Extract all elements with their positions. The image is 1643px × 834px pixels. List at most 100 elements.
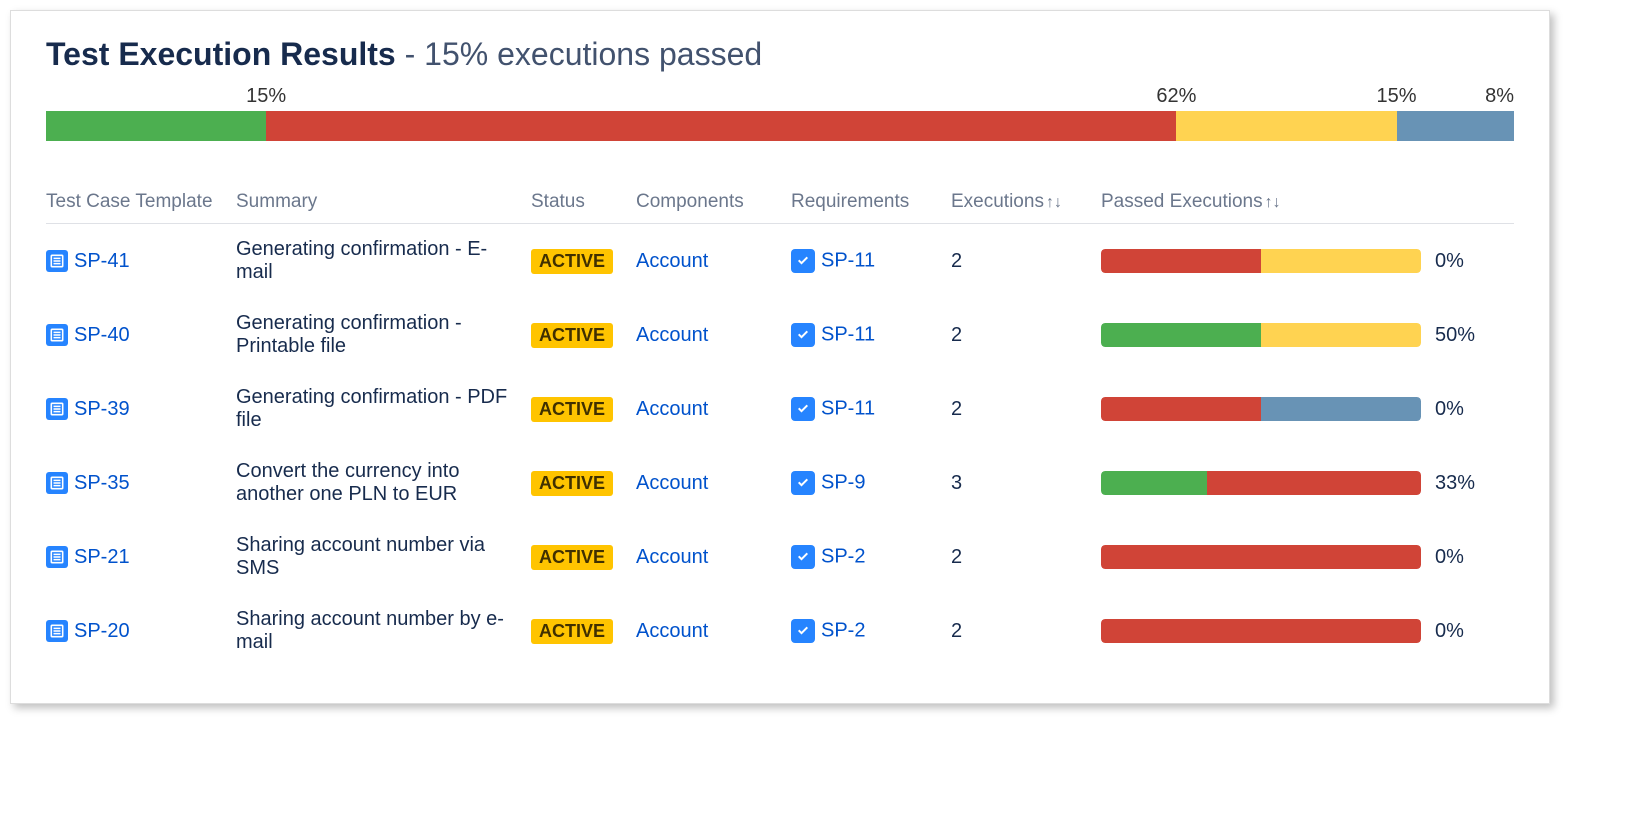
component-link[interactable]: Account xyxy=(636,250,708,272)
sort-icon[interactable]: ↑↓ xyxy=(1046,194,1062,211)
check-icon xyxy=(791,619,815,643)
row-progress-seg xyxy=(1261,249,1421,273)
row-progress-bar xyxy=(1101,619,1421,643)
overall-label-failed: 62% xyxy=(1156,85,1196,108)
overall-seg-failed xyxy=(266,111,1176,141)
table-row: SP-41 Generating confirmation - E-mailACT… xyxy=(46,224,1514,299)
col-status[interactable]: Status xyxy=(531,181,636,224)
row-pass-pct: 0% xyxy=(1435,546,1485,569)
executions-cell: 2 xyxy=(951,224,1101,299)
executions-cell: 2 xyxy=(951,594,1101,668)
summary-cell: Generating confirmation - E-mail xyxy=(236,224,531,299)
row-progress-seg xyxy=(1101,397,1261,421)
overall-label-other: 8% xyxy=(1485,85,1514,108)
summary-cell: Sharing account number by e-mail xyxy=(236,594,531,668)
row-progress-bar xyxy=(1101,323,1421,347)
summary-cell: Convert the currency into another one PL… xyxy=(236,446,531,520)
requirement-link[interactable]: SP-9 xyxy=(821,471,865,493)
status-badge: ACTIVE xyxy=(531,471,613,496)
sort-icon[interactable]: ↑↓ xyxy=(1265,194,1281,211)
title-main: Test Execution Results xyxy=(46,36,396,72)
testcase-icon xyxy=(46,250,68,272)
row-pass-pct: 50% xyxy=(1435,324,1485,347)
table-row: SP-35 Convert the currency into another o… xyxy=(46,446,1514,520)
component-link[interactable]: Account xyxy=(636,398,708,420)
requirement-link[interactable]: SP-11 xyxy=(821,323,875,345)
executions-cell: 2 xyxy=(951,520,1101,594)
row-progress-bar xyxy=(1101,397,1421,421)
col-summary[interactable]: Summary xyxy=(236,181,531,224)
testcase-link[interactable]: SP-39 xyxy=(74,398,130,420)
requirement-link[interactable]: SP-2 xyxy=(821,545,865,567)
component-link[interactable]: Account xyxy=(636,546,708,568)
testcase-icon xyxy=(46,398,68,420)
results-panel: Test Execution Results - 15% executions … xyxy=(10,10,1550,704)
results-table: Test Case Template Summary Status Compon… xyxy=(46,181,1514,668)
executions-cell: 2 xyxy=(951,298,1101,372)
requirement-link[interactable]: SP-11 xyxy=(821,249,875,271)
testcase-link[interactable]: SP-21 xyxy=(74,546,130,568)
row-progress-seg xyxy=(1101,471,1207,495)
col-executions[interactable]: Executions↑↓ xyxy=(951,181,1101,224)
requirement-link[interactable]: SP-2 xyxy=(821,619,865,641)
overall-progress-labels: 15% 62% 15% 8% xyxy=(46,85,1514,111)
table-row: SP-21 Sharing account number via SMSACTIV… xyxy=(46,520,1514,594)
testcase-icon xyxy=(46,620,68,642)
row-pass-pct: 0% xyxy=(1435,620,1485,643)
col-components[interactable]: Components xyxy=(636,181,791,224)
col-template[interactable]: Test Case Template xyxy=(46,181,236,224)
row-progress-seg xyxy=(1101,619,1421,643)
testcase-icon xyxy=(46,546,68,568)
overall-seg-other xyxy=(1397,111,1514,141)
row-pass-pct: 33% xyxy=(1435,472,1485,495)
row-progress-seg xyxy=(1207,471,1421,495)
check-icon xyxy=(791,323,815,347)
testcase-link[interactable]: SP-41 xyxy=(74,250,130,272)
row-progress-bar xyxy=(1101,471,1421,495)
summary-cell: Generating confirmation - Printable file xyxy=(236,298,531,372)
table-row: SP-39Generating confirmation - PDF fileA… xyxy=(46,372,1514,446)
testcase-link[interactable]: SP-35 xyxy=(74,472,130,494)
check-icon xyxy=(791,397,815,421)
row-progress-seg xyxy=(1261,397,1421,421)
col-passed-executions[interactable]: Passed Executions↑↓ xyxy=(1101,181,1514,224)
status-badge: ACTIVE xyxy=(531,397,613,422)
check-icon xyxy=(791,471,815,495)
summary-cell: Generating confirmation - PDF file xyxy=(236,372,531,446)
overall-progress-bar xyxy=(46,111,1514,141)
row-pass-pct: 0% xyxy=(1435,250,1485,273)
testcase-icon xyxy=(46,324,68,346)
col-requirements[interactable]: Requirements xyxy=(791,181,951,224)
row-progress-seg xyxy=(1101,249,1261,273)
row-progress-seg xyxy=(1261,323,1421,347)
status-badge: ACTIVE xyxy=(531,323,613,348)
table-row: SP-40 Generating confirmation - Printable… xyxy=(46,298,1514,372)
title-separator: - xyxy=(396,36,424,72)
status-badge: ACTIVE xyxy=(531,249,613,274)
executions-cell: 3 xyxy=(951,446,1101,520)
page-title: Test Execution Results - 15% executions … xyxy=(46,36,1514,73)
requirement-link[interactable]: SP-11 xyxy=(821,397,875,419)
row-progress-bar xyxy=(1101,249,1421,273)
summary-cell: Sharing account number via SMS xyxy=(236,520,531,594)
overall-label-passed: 15% xyxy=(246,85,286,108)
testcase-link[interactable]: SP-40 xyxy=(74,324,130,346)
status-badge: ACTIVE xyxy=(531,545,613,570)
status-badge: ACTIVE xyxy=(531,619,613,644)
component-link[interactable]: Account xyxy=(636,620,708,642)
table-row: SP-20 Sharing account number by e-mailACT… xyxy=(46,594,1514,668)
component-link[interactable]: Account xyxy=(636,472,708,494)
check-icon xyxy=(791,249,815,273)
testcase-icon xyxy=(46,472,68,494)
overall-seg-passed xyxy=(46,111,266,141)
testcase-link[interactable]: SP-20 xyxy=(74,620,130,642)
component-link[interactable]: Account xyxy=(636,324,708,346)
check-icon xyxy=(791,545,815,569)
overall-progress: 15% 62% 15% 8% xyxy=(46,85,1514,141)
executions-cell: 2 xyxy=(951,372,1101,446)
overall-label-blocked: 15% xyxy=(1377,85,1417,108)
row-progress-seg xyxy=(1101,323,1261,347)
row-progress-bar xyxy=(1101,545,1421,569)
title-sub: 15% executions passed xyxy=(424,36,762,72)
row-progress-seg xyxy=(1101,545,1421,569)
